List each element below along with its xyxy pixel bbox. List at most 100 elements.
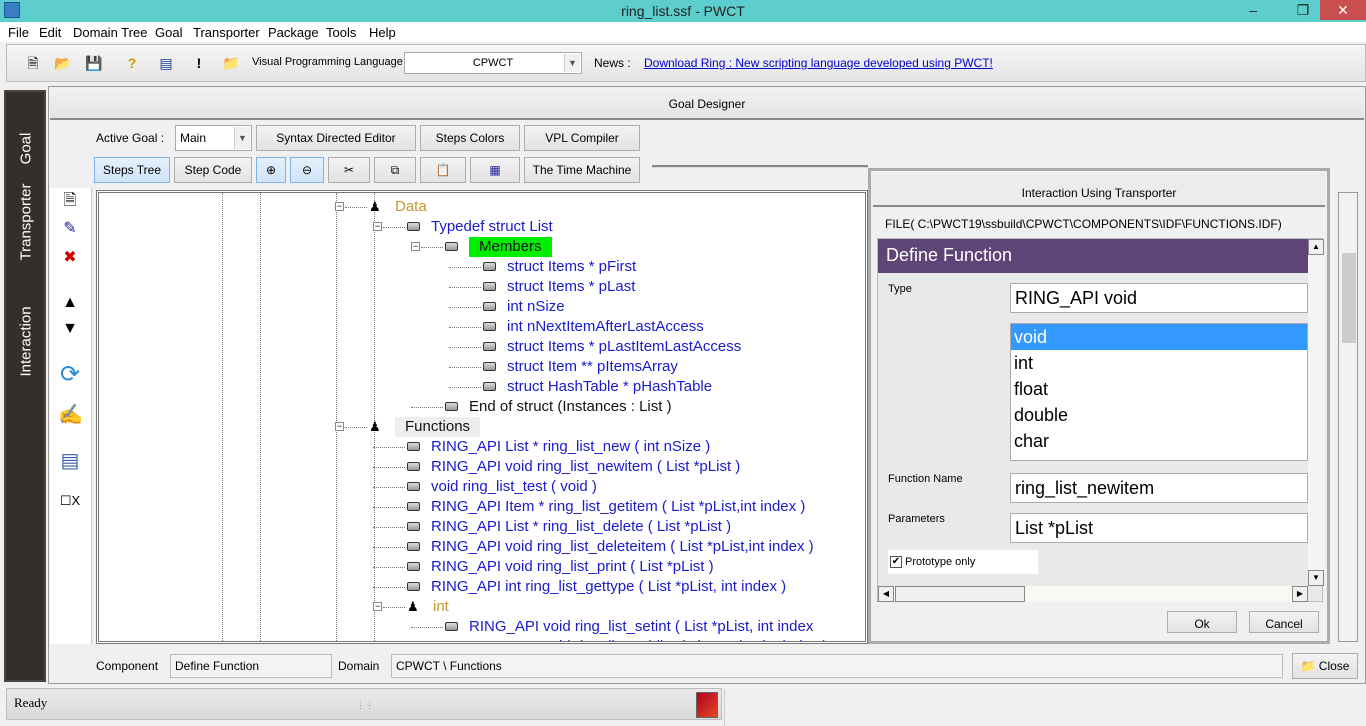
prototype-only-checkbox[interactable]: ✔ Prototype only bbox=[888, 550, 1038, 574]
new-file-icon[interactable]: 🗎 bbox=[25, 55, 41, 71]
menu-file[interactable]: File bbox=[8, 25, 29, 40]
tree-node-label: struct Items * pLast bbox=[507, 278, 636, 295]
write-icon[interactable]: ✍ bbox=[58, 404, 83, 426]
tree-connector bbox=[449, 287, 481, 288]
edit-step-icon[interactable]: ✎ bbox=[58, 218, 82, 240]
help-icon[interactable]: ? bbox=[124, 55, 140, 71]
domain-label: Domain bbox=[338, 659, 380, 673]
x-checkbox[interactable]: ☐X bbox=[58, 490, 82, 512]
close-designer-button[interactable]: 📁 Close bbox=[1292, 653, 1358, 679]
chevron-down-icon[interactable]: ▼ bbox=[234, 127, 250, 149]
type-option[interactable]: char bbox=[1011, 428, 1307, 454]
open-package-icon[interactable]: 📁 bbox=[222, 55, 239, 71]
menu-goal[interactable]: Goal bbox=[155, 25, 182, 40]
active-goal-dropdown[interactable]: Main ▼ bbox=[175, 125, 252, 151]
collapse-icon[interactable]: − bbox=[335, 202, 344, 211]
steps-colors-button[interactable]: Steps Colors bbox=[420, 125, 520, 151]
restore-button[interactable]: ❐ bbox=[1286, 0, 1320, 20]
new-step-icon[interactable]: 🗎 bbox=[58, 190, 82, 212]
binoculars-icon: ▦ bbox=[489, 163, 501, 177]
syntax-directed-editor-button[interactable]: Syntax Directed Editor bbox=[256, 125, 416, 151]
tree-node-label: RING_API void ring_list_deleteitem ( Lis… bbox=[431, 538, 814, 555]
type-input[interactable]: RING_API void bbox=[1010, 283, 1308, 313]
tree-connector bbox=[373, 447, 405, 448]
function-name-input[interactable]: ring_list_newitem bbox=[1010, 473, 1308, 503]
tree-connector bbox=[373, 547, 405, 548]
collapse-icon[interactable]: − bbox=[373, 222, 382, 231]
type-option[interactable]: double bbox=[1011, 402, 1307, 428]
tree-node-label: RING_API void ring_list_addint ( List *p… bbox=[469, 637, 828, 641]
menu-tools[interactable]: Tools bbox=[326, 25, 356, 40]
rail-tab-transporter[interactable]: Transporter bbox=[18, 184, 35, 261]
chevron-down-icon[interactable]: ▼ bbox=[564, 54, 580, 72]
collapse-icon[interactable]: − bbox=[335, 422, 344, 431]
paste-button[interactable]: 📋 bbox=[420, 157, 466, 183]
collapse-icon[interactable]: − bbox=[373, 602, 382, 611]
copy-button[interactable]: ⧉ bbox=[374, 157, 416, 183]
news-link[interactable]: Download Ring : New scripting language d… bbox=[644, 56, 993, 70]
find-button[interactable]: ▦ bbox=[470, 157, 520, 183]
cut-button[interactable]: ✂ bbox=[328, 157, 370, 183]
define-function-form: Define Function Type RING_API void void … bbox=[877, 238, 1324, 602]
menu-package[interactable]: Package bbox=[268, 25, 319, 40]
checkmark-icon[interactable]: ✔ bbox=[890, 556, 902, 569]
menu-edit[interactable]: Edit bbox=[39, 25, 61, 40]
cancel-button[interactable]: Cancel bbox=[1249, 611, 1319, 633]
tree-connector bbox=[383, 227, 405, 228]
menu-domain-tree[interactable]: Domain Tree bbox=[73, 25, 147, 40]
tree-guide bbox=[336, 193, 337, 641]
time-machine-slider[interactable] bbox=[652, 165, 868, 168]
type-option[interactable]: float bbox=[1011, 376, 1307, 402]
menu-bar: File Edit Domain Tree Goal Transporter P… bbox=[0, 22, 1366, 42]
delete-step-icon[interactable]: ✖ bbox=[58, 247, 82, 269]
scroll-up-icon[interactable]: ▲ bbox=[1308, 239, 1324, 255]
scrollbar-thumb[interactable] bbox=[1342, 253, 1356, 343]
zoom-out-icon: ⊖ bbox=[301, 163, 313, 177]
move-down-icon[interactable]: ▼ bbox=[58, 318, 82, 340]
form-icon[interactable]: ▤ bbox=[58, 450, 82, 472]
menu-help[interactable]: Help bbox=[369, 25, 396, 40]
time-machine-button[interactable]: The Time Machine bbox=[524, 157, 640, 183]
scroll-down-icon[interactable]: ▼ bbox=[1308, 570, 1324, 586]
form-vertical-scrollbar[interactable]: ▲ ▼ bbox=[1308, 239, 1324, 586]
close-window-button[interactable]: ✕ bbox=[1320, 0, 1366, 20]
tree-connector bbox=[411, 627, 443, 628]
type-option[interactable]: void bbox=[1011, 324, 1307, 350]
steps-tree[interactable]: − ♟ Data − Typedef struct List − Members struct… bbox=[96, 190, 868, 644]
minimize-button[interactable]: – bbox=[1236, 0, 1270, 20]
step-block-icon bbox=[445, 242, 458, 251]
tree-connector bbox=[373, 567, 405, 568]
rail-tab-goal[interactable]: Goal bbox=[18, 131, 35, 167]
steps-tree-button[interactable]: Steps Tree bbox=[94, 157, 170, 183]
collapse-icon[interactable]: − bbox=[411, 242, 420, 251]
vpl-dropdown[interactable]: CPWCT ▼ bbox=[404, 52, 582, 74]
menu-transporter[interactable]: Transporter bbox=[193, 25, 260, 40]
editor-icon[interactable]: ▤ bbox=[158, 55, 174, 71]
news-label: News : bbox=[594, 56, 631, 70]
form-horizontal-scrollbar[interactable]: ◀ ▶ bbox=[878, 586, 1308, 602]
save-icon[interactable]: 💾 bbox=[85, 55, 102, 71]
scroll-left-icon[interactable]: ◀ bbox=[878, 586, 894, 602]
component-field: Define Function bbox=[170, 654, 332, 678]
scrollbar-thumb[interactable] bbox=[895, 586, 1025, 602]
step-block-icon bbox=[483, 262, 496, 271]
tree-vertical-scrollbar[interactable] bbox=[1338, 192, 1358, 642]
parameters-input[interactable]: List *pList bbox=[1010, 513, 1308, 543]
rail-tab-interaction[interactable]: Interaction bbox=[18, 306, 35, 376]
type-option[interactable]: int bbox=[1011, 350, 1307, 376]
step-code-button[interactable]: Step Code bbox=[174, 157, 252, 183]
open-folder-icon[interactable]: 📂 bbox=[54, 55, 71, 71]
tree-connector bbox=[449, 347, 481, 348]
vpl-compiler-button[interactable]: VPL Compiler bbox=[524, 125, 640, 151]
refresh-icon[interactable]: ⟳ bbox=[58, 363, 82, 387]
move-up-icon[interactable]: ▲ bbox=[58, 292, 82, 314]
ok-button[interactable]: Ok bbox=[1167, 611, 1237, 633]
step-block-icon bbox=[445, 642, 458, 644]
type-listbox[interactable]: void int float double char bbox=[1010, 323, 1308, 461]
function-name-label: Function Name bbox=[888, 473, 963, 485]
step-block-icon bbox=[407, 462, 420, 471]
zoom-out-button[interactable]: ⊖ bbox=[290, 157, 324, 183]
scroll-right-icon[interactable]: ▶ bbox=[1292, 586, 1308, 602]
zoom-in-button[interactable]: ⊕ bbox=[256, 157, 286, 183]
run-icon[interactable]: ! bbox=[191, 55, 207, 71]
